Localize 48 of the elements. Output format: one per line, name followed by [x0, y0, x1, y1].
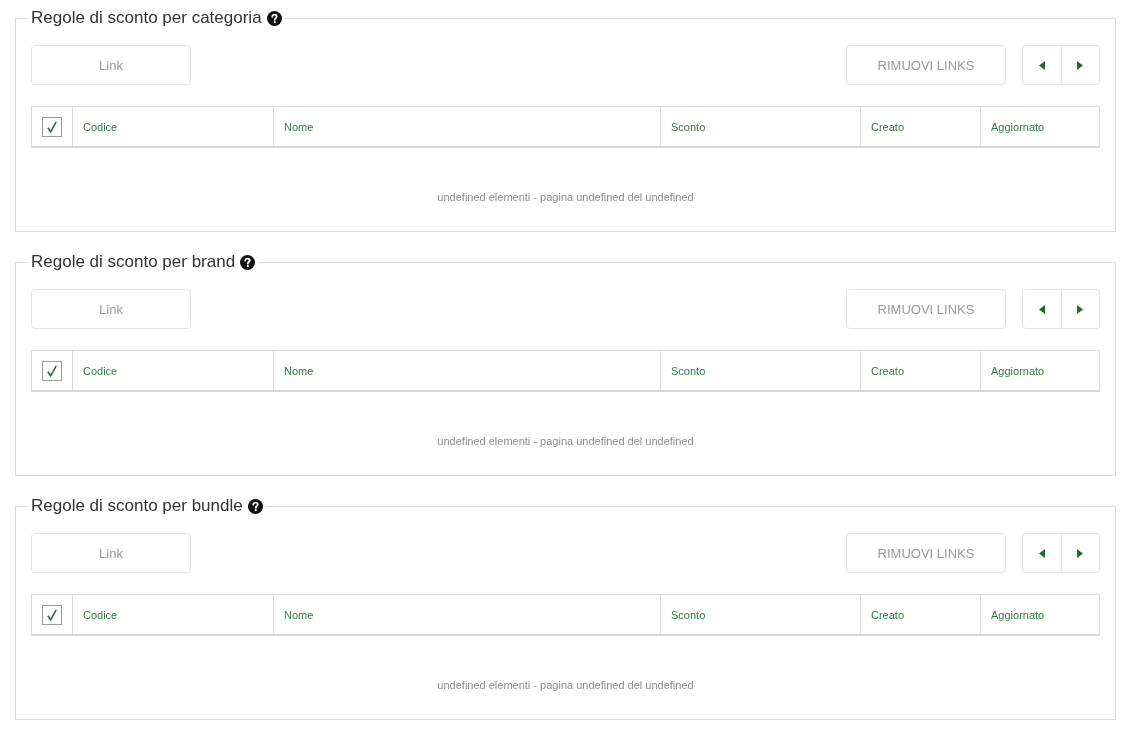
column-header[interactable]: Aggiornato — [980, 107, 1099, 146]
next-page-button[interactable] — [1061, 45, 1100, 85]
section-title: Regole di sconto per brand — [31, 251, 236, 273]
column-header[interactable]: Nome — [273, 595, 660, 634]
checkmark-icon — [47, 364, 57, 377]
select-all-checkbox[interactable] — [42, 604, 62, 625]
checkmark-icon — [47, 120, 57, 133]
column-header[interactable]: Sconto — [660, 351, 860, 390]
pagination-info: undefined elementi - pagina undefined del undefined — [437, 435, 694, 447]
previous-page-button[interactable] — [1022, 533, 1062, 573]
link-button[interactable]: Link — [31, 45, 191, 85]
caret-left-icon — [1038, 548, 1045, 558]
help-icon — [240, 254, 256, 270]
column-header[interactable]: Creato — [860, 351, 980, 390]
checkmark-icon — [47, 608, 57, 621]
remove-links-button[interactable]: RIMUOVI LINKS — [846, 45, 1006, 85]
column-header[interactable]: Creato — [860, 595, 980, 634]
caret-right-icon — [1077, 60, 1084, 70]
previous-page-button[interactable] — [1022, 45, 1062, 85]
column-header[interactable]: Nome — [273, 107, 660, 146]
column-header[interactable]: Sconto — [660, 595, 860, 634]
column-header[interactable]: Sconto — [660, 107, 860, 146]
next-page-button[interactable] — [1061, 289, 1100, 329]
column-header[interactable]: Creato — [860, 107, 980, 146]
remove-links-button[interactable]: RIMUOVI LINKS — [846, 289, 1006, 329]
column-header[interactable]: Codice — [72, 595, 273, 634]
caret-left-icon — [1038, 60, 1045, 70]
caret-right-icon — [1077, 304, 1084, 314]
select-all-checkbox[interactable] — [42, 116, 62, 137]
column-header[interactable]: Codice — [72, 351, 273, 390]
pagination-info: undefined elementi - pagina undefined del undefined — [437, 679, 694, 691]
column-header[interactable]: Aggiornato — [980, 595, 1099, 634]
next-page-button[interactable] — [1061, 533, 1100, 573]
help-icon — [247, 498, 263, 514]
previous-page-button[interactable] — [1022, 289, 1062, 329]
column-header[interactable]: Aggiornato — [980, 351, 1099, 390]
column-header[interactable]: Codice — [72, 107, 273, 146]
caret-right-icon — [1077, 548, 1084, 558]
link-button[interactable]: Link — [31, 533, 191, 573]
link-button[interactable]: Link — [31, 289, 191, 329]
pagination-info: undefined elementi - pagina undefined del undefined — [437, 191, 694, 203]
remove-links-button[interactable]: RIMUOVI LINKS — [846, 533, 1006, 573]
column-header[interactable]: Nome — [273, 351, 660, 390]
caret-left-icon — [1038, 304, 1045, 314]
help-icon — [266, 10, 282, 26]
section-title: Regole di sconto per categoria — [31, 7, 262, 29]
select-all-checkbox[interactable] — [42, 360, 62, 381]
section-title: Regole di sconto per bundle — [31, 495, 243, 517]
